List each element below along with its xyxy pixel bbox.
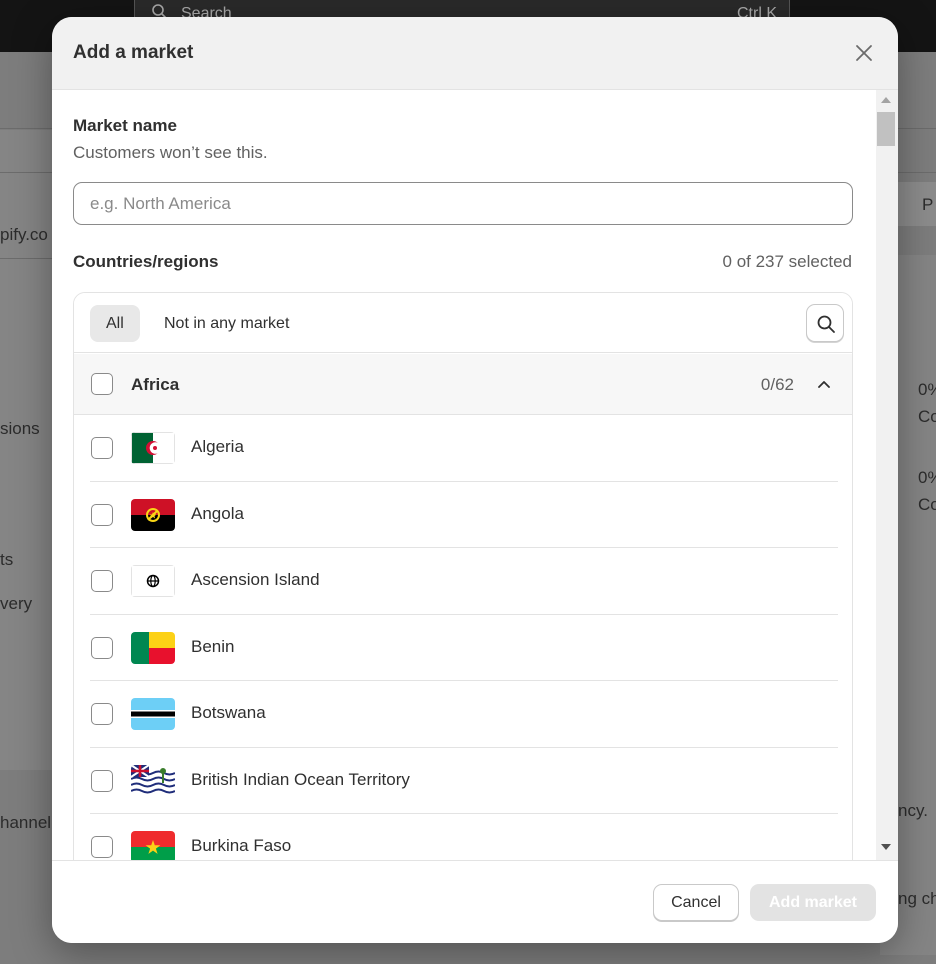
angola-flag-icon xyxy=(131,498,175,531)
market-name-label: Market name xyxy=(73,116,177,135)
collapse-group-button[interactable] xyxy=(814,374,834,394)
row-checkbox[interactable] xyxy=(91,836,113,858)
group-count: 0/62 xyxy=(760,375,794,394)
row-checkbox[interactable] xyxy=(91,437,113,459)
country-name: Botswana xyxy=(191,703,266,722)
group-checkbox[interactable] xyxy=(91,373,113,395)
background-text: ts xyxy=(0,550,14,569)
background-text: ncy. xyxy=(898,801,928,820)
background-text: ng ch xyxy=(898,889,936,908)
scroll-up-arrow-icon[interactable] xyxy=(881,97,891,103)
background-text: 0% xyxy=(918,380,936,399)
close-button[interactable] xyxy=(852,41,876,65)
selected-count: 0 of 237 selected xyxy=(722,252,852,271)
modal-title: Add a market xyxy=(73,42,194,63)
countries-regions-label: Countries/regions xyxy=(73,252,219,271)
list-item[interactable]: Ascension Island xyxy=(74,548,852,615)
background-text: sions xyxy=(0,419,40,438)
group-row-africa[interactable]: Africa 0/62 xyxy=(74,354,852,415)
search-icon xyxy=(817,315,835,333)
row-checkbox[interactable] xyxy=(91,769,113,792)
filter-all[interactable]: All xyxy=(90,305,140,342)
chevron-up-icon xyxy=(818,381,830,388)
background-text: pify.co xyxy=(0,225,48,244)
list-item[interactable]: Algeria xyxy=(74,415,852,482)
background-text: Co xyxy=(918,495,936,514)
british-indian-ocean-territory-flag-icon xyxy=(131,764,175,797)
country-name: Benin xyxy=(191,636,235,656)
country-name: Ascension Island xyxy=(191,570,320,589)
botswana-flag-icon xyxy=(131,698,175,730)
country-name: Angola xyxy=(191,503,244,523)
modal-header: Add a market xyxy=(52,17,898,90)
globe-icon xyxy=(131,565,175,597)
row-checkbox[interactable] xyxy=(91,636,113,659)
list-item[interactable]: British Indian Ocean Territory xyxy=(74,748,852,814)
scrollbar-thumb[interactable] xyxy=(877,112,895,146)
background-text: 0% xyxy=(918,468,936,487)
close-icon xyxy=(856,45,872,61)
filter-bar: All Not in any market xyxy=(74,293,852,353)
country-name: British Indian Ocean Territory xyxy=(191,769,410,789)
market-name-help-text: Customers won’t see this. xyxy=(73,143,268,162)
background-text: Co xyxy=(918,407,936,426)
row-checkbox[interactable] xyxy=(91,503,113,526)
filter-not-in-any-market[interactable]: Not in any market xyxy=(148,305,305,342)
burkina-faso-flag-icon xyxy=(131,831,175,860)
add-market-button[interactable]: Add market xyxy=(750,884,876,921)
scroll-down-arrow-icon[interactable] xyxy=(881,844,891,850)
background-text: P xyxy=(922,195,934,214)
list-item[interactable]: Benin xyxy=(74,615,852,681)
background-text: hannel xyxy=(0,813,52,832)
list-item[interactable]: Angola xyxy=(74,482,852,548)
countries-list: All Not in any market Africa 0/62 Algeri… xyxy=(73,292,853,860)
background-text: very xyxy=(0,594,33,613)
modal-body: Market name Customers won’t see this. Co… xyxy=(52,90,898,860)
algeria-flag-icon xyxy=(131,432,175,464)
group-name: Africa xyxy=(131,375,180,394)
modal-scrollbar[interactable] xyxy=(876,90,898,860)
list-item[interactable]: Botswana xyxy=(74,681,852,748)
benin-flag-icon xyxy=(131,631,175,664)
cancel-button[interactable]: Cancel xyxy=(653,884,739,921)
add-market-modal: Add a market Market name Customers won’t… xyxy=(52,17,898,943)
search-countries-button[interactable] xyxy=(806,304,844,342)
row-checkbox[interactable] xyxy=(91,570,113,592)
country-name: Algeria xyxy=(191,437,244,456)
row-checkbox[interactable] xyxy=(91,703,113,725)
modal-footer: Cancel Add market xyxy=(52,860,898,943)
market-name-input[interactable] xyxy=(73,182,853,225)
list-item[interactable]: Burkina Faso xyxy=(74,814,852,860)
country-name: Burkina Faso xyxy=(191,836,292,855)
